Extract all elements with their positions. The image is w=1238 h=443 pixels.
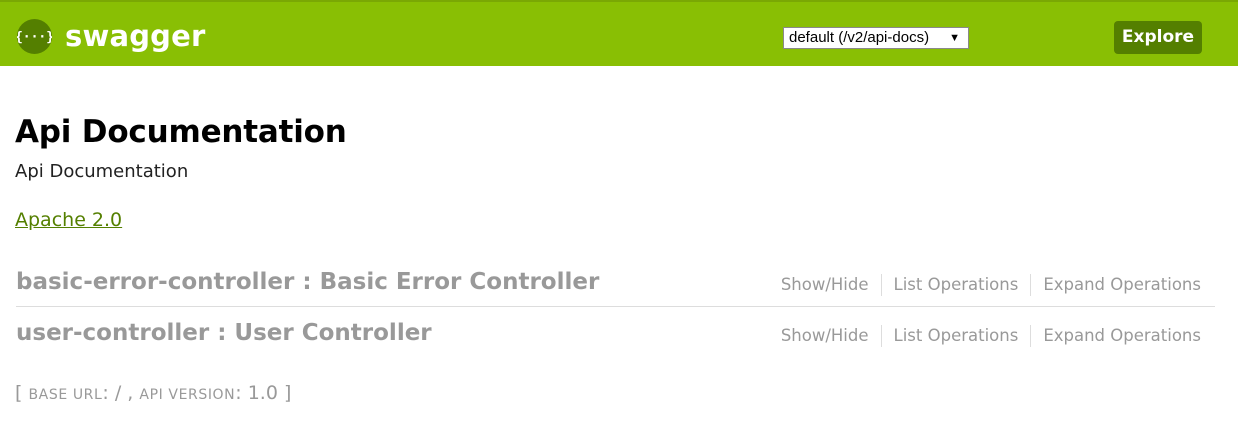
svg-text:{···}: {···} [17, 30, 52, 45]
show-hide-link[interactable]: Show/Hide [769, 274, 881, 296]
resource-operations: Show/Hide List Operations Expand Operati… [769, 324, 1201, 348]
list-operations-link[interactable]: List Operations [882, 274, 1031, 296]
open-bracket: [ [15, 382, 23, 404]
top-bar: {···} swagger default (/v2/api-docs) ▼ E… [0, 0, 1238, 66]
logo-text[interactable]: swagger [65, 17, 206, 55]
api-definition-select[interactable]: default (/v2/api-docs) ▼ [783, 27, 969, 49]
expand-operations-link[interactable]: Expand Operations [1031, 325, 1201, 347]
expand-operations-link[interactable]: Expand Operations [1031, 274, 1201, 296]
resource-user-controller: user-controller : User Controller Show/H… [16, 317, 1215, 357]
base-url-value: : / , [102, 382, 140, 404]
resource-operations: Show/Hide List Operations Expand Operati… [769, 273, 1201, 297]
api-version-sep: : [235, 382, 248, 404]
swagger-braces-icon[interactable]: {···} [17, 19, 52, 54]
page-title: Api Documentation [15, 114, 347, 150]
close-bracket: ] [277, 382, 292, 404]
base-url-label: BASE URL [28, 387, 103, 403]
api-description: Api Documentation [15, 161, 189, 182]
license-link[interactable]: Apache 2.0 [15, 207, 122, 233]
api-select-value: default (/v2/api-docs) [789, 29, 930, 46]
list-operations-link[interactable]: List Operations [882, 325, 1031, 347]
api-version-label: API VERSION [139, 387, 236, 403]
base-url-footer: [ BASE URL: / , API VERSION: 1.0 ] [15, 380, 291, 408]
explore-button[interactable]: Explore [1114, 21, 1202, 54]
resource-title[interactable]: basic-error-controller : Basic Error Con… [16, 266, 599, 298]
resource-basic-error-controller: basic-error-controller : Basic Error Con… [16, 266, 1215, 307]
resource-title[interactable]: user-controller : User Controller [16, 317, 432, 349]
api-version-value: 1.0 [247, 382, 278, 404]
show-hide-link[interactable]: Show/Hide [769, 325, 881, 347]
dropdown-arrow-icon: ▼ [949, 32, 960, 44]
